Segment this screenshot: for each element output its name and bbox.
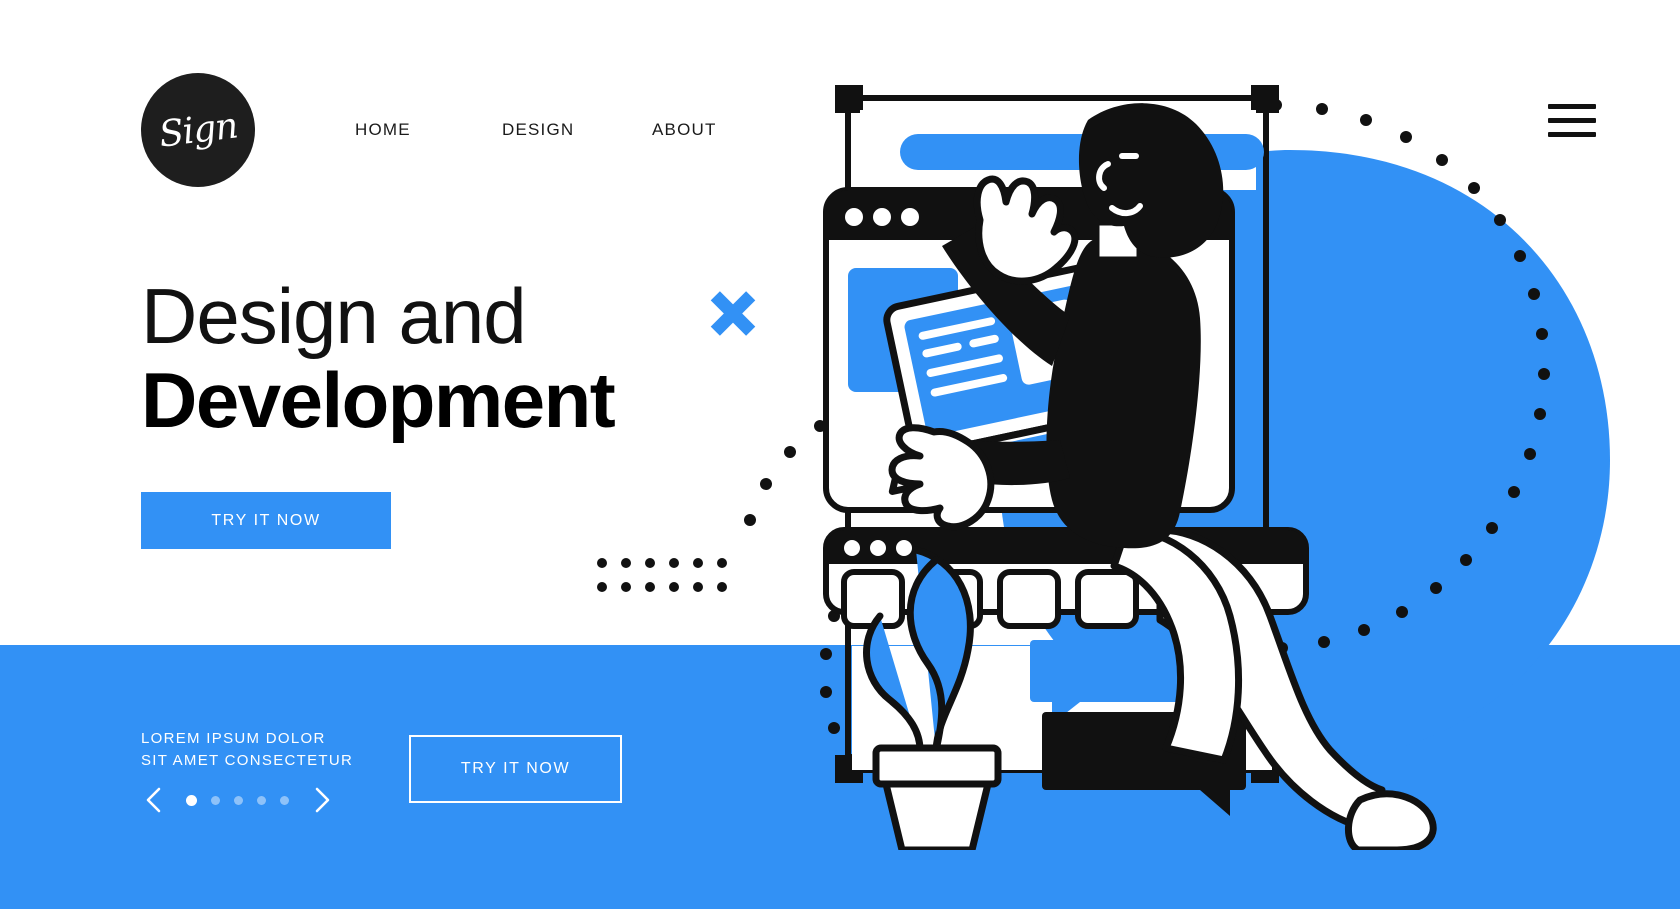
hamburger-bar [1548,132,1596,137]
grid-dot [717,582,727,592]
carousel-dot[interactable] [257,795,266,805]
nav-item-home[interactable]: HOME [355,120,502,140]
chevron-right-icon[interactable] [307,785,337,815]
toolbar-tile [997,569,1061,629]
carousel-dot[interactable] [211,795,220,805]
grid-dot [669,582,679,592]
dot-grid-decoration [597,558,727,592]
hero-cta-button[interactable]: TRY IT NOW [141,492,391,550]
grid-dot [645,582,655,592]
grid-dot [621,582,631,592]
nav-link-design[interactable]: DESIGN [502,120,652,140]
footer-tagline-line1: LOREM IPSUM DOLOR [141,730,326,747]
toolbar-tile [1075,569,1139,629]
hamburger-bar [1548,104,1596,109]
carousel-dots [186,794,289,806]
cross-icon [708,288,758,338]
grid-dot [597,558,607,568]
footer-cta-button[interactable]: TRY IT NOW [409,735,622,803]
footer-tagline: LOREM IPSUM DOLOR SIT AMET CONSECTETUR [141,728,353,772]
grid-dot [645,558,655,568]
grid-dot [597,582,607,592]
nav-link-about[interactable]: ABOUT [652,120,799,140]
carousel-dot-active[interactable] [186,794,197,806]
hero-block: Design and Development TRY IT NOW [141,272,616,550]
nav-item-about[interactable]: ABOUT [652,120,799,140]
main-nav: HOME DESIGN ABOUT [355,120,799,140]
carousel-dot[interactable] [234,795,243,805]
grid-dot [717,558,727,568]
nav-link-home[interactable]: HOME [355,120,502,140]
chevron-left-icon[interactable] [138,785,168,815]
nav-item-design[interactable]: DESIGN [502,120,652,140]
logo[interactable]: Sign [141,73,255,187]
carousel-dot[interactable] [280,795,289,805]
landing-page: Sign HOME DESIGN ABOUT Design and Develo… [0,0,1680,909]
grid-dot [693,558,703,568]
hamburger-icon[interactable] [1548,104,1596,140]
hamburger-bar [1548,118,1596,123]
grid-dot [669,558,679,568]
carousel-controls [138,785,337,815]
dot-grid-row [597,558,727,568]
logo-text: Sign [156,104,240,156]
site-header: Sign HOME DESIGN ABOUT [0,0,1680,220]
toolbar-tile [841,569,905,629]
hero-title-light: Design and [141,272,527,360]
hero-title-bold: Development [141,356,616,445]
dot-grid-row [597,582,727,592]
footer-tagline-line2: SIT AMET CONSECTETUR [141,751,354,769]
grid-dot [621,558,631,568]
grid-dot [693,582,703,592]
